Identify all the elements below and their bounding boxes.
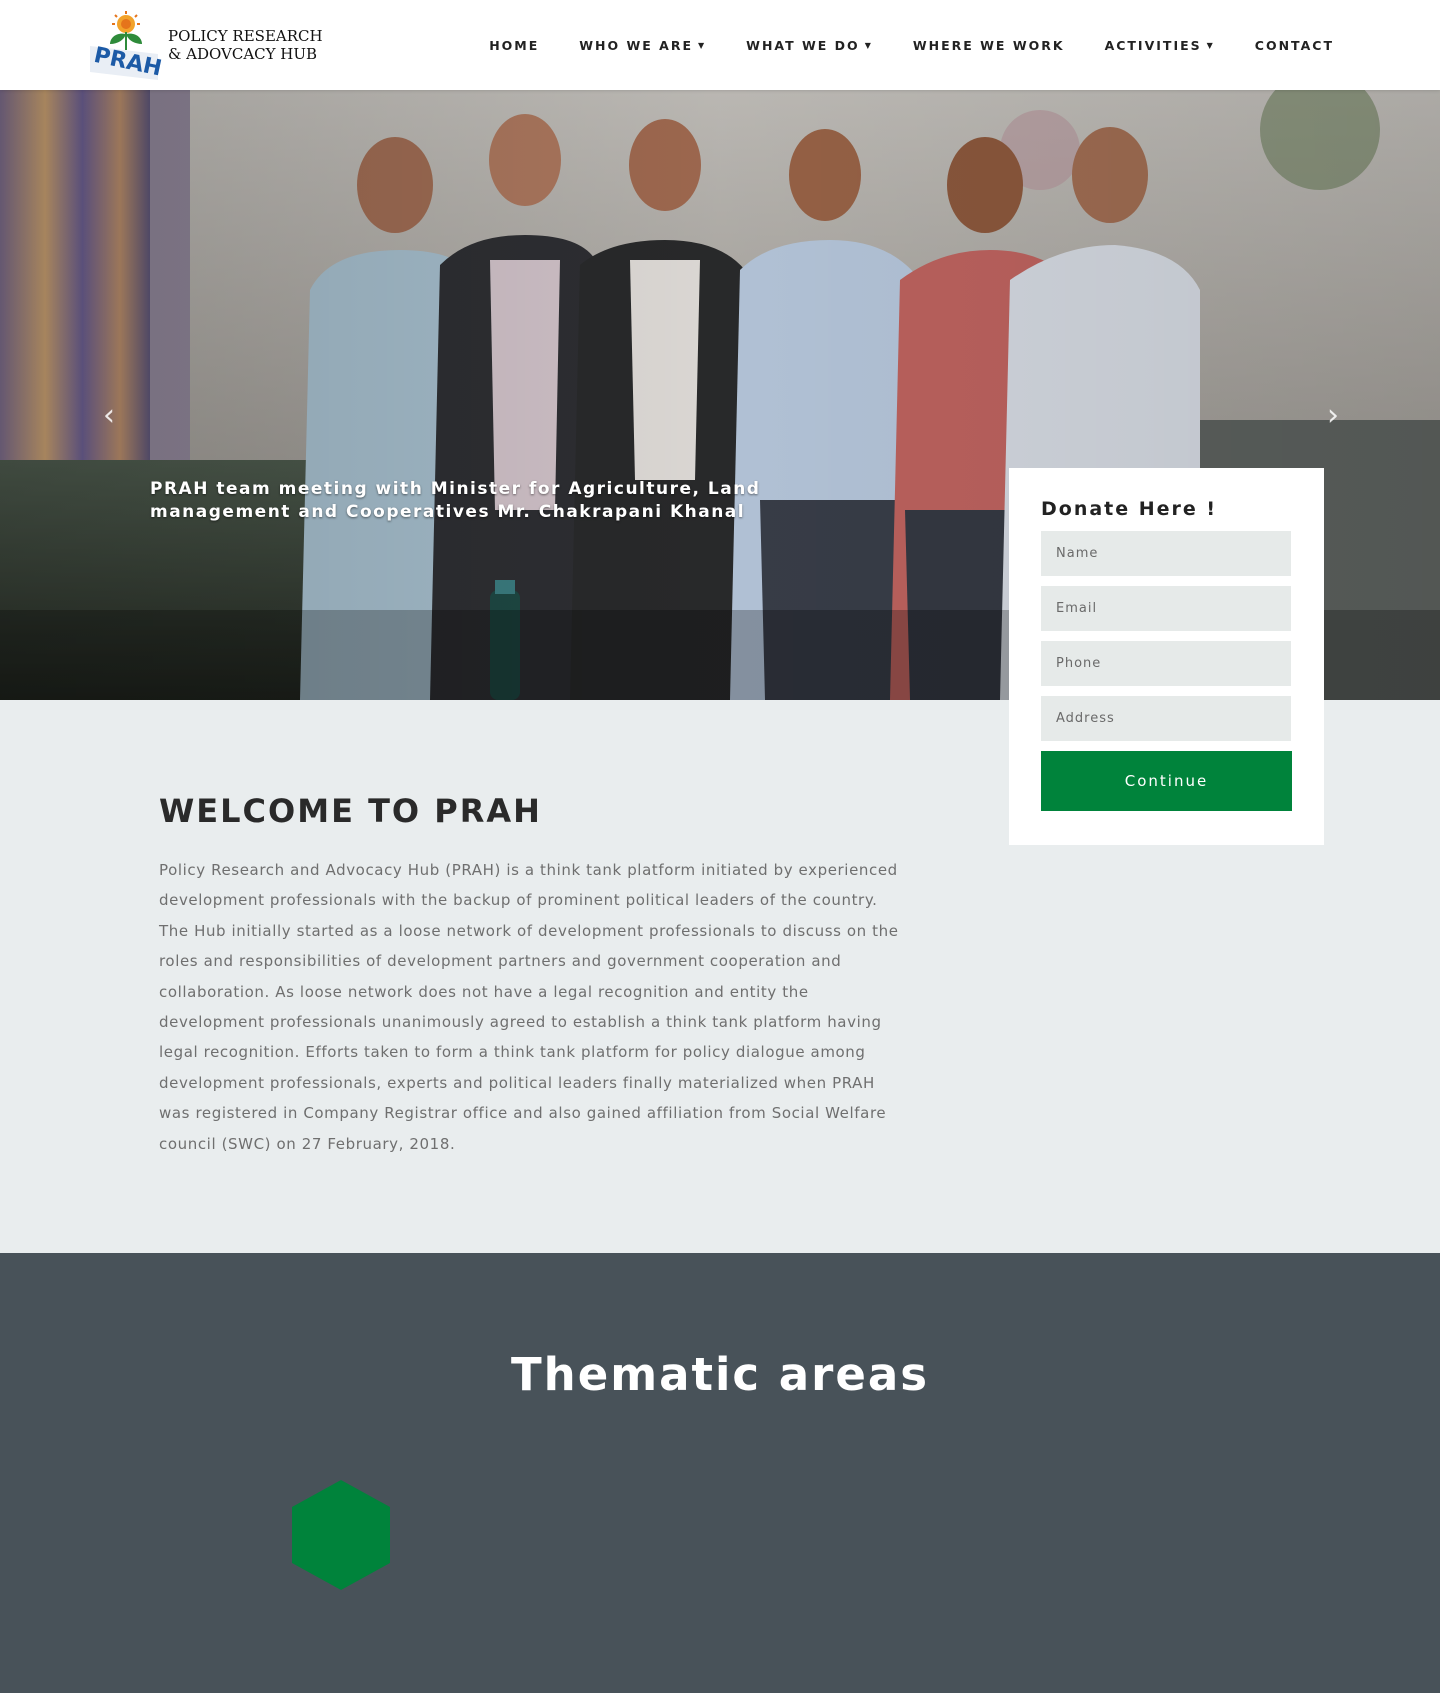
thematic-heading: Thematic areas — [510, 1348, 929, 1401]
donate-form: Donate Here ! Continue — [1009, 468, 1324, 845]
chevron-down-icon: ▼ — [1206, 40, 1215, 50]
logo-wordmark: PRAH — [92, 43, 162, 80]
donate-phone-field[interactable] — [1041, 641, 1291, 686]
nav-what-we-do[interactable]: WHAT WE DO ▼ — [746, 38, 873, 53]
nav-who-we-are[interactable]: WHO WE ARE ▼ — [579, 38, 706, 53]
brand-name: POLICY RESEARCH & ADOVCACY HUB — [168, 27, 323, 63]
nav-home-label: HOME — [489, 37, 540, 53]
slider-next-button[interactable]: › — [1318, 398, 1348, 433]
nav-what-we-do-label: WHAT WE DO — [746, 37, 860, 53]
slider-prev-button[interactable]: ‹ — [94, 398, 124, 433]
donate-email-field[interactable] — [1041, 586, 1291, 631]
nav-where-we-work-label: WHERE WE WORK — [912, 37, 1065, 53]
chevron-right-icon: › — [1327, 398, 1339, 433]
welcome-body: Policy Research and Advocacy Hub (PRAH) … — [159, 861, 899, 1153]
nav-contact[interactable]: CONTACT — [1255, 38, 1334, 53]
welcome-heading: WELCOME TO PRAH — [159, 792, 542, 830]
slide-caption: PRAH team meeting with Minister for Agri… — [150, 479, 761, 522]
nav-home[interactable]: HOME — [489, 38, 539, 53]
site-header: PRAH POLICY RESEARCH & ADOVCACY HUB HOME… — [0, 0, 1440, 90]
donate-address-field[interactable] — [1041, 696, 1291, 741]
nav-activities[interactable]: ACTIVITIES ▼ — [1105, 38, 1215, 53]
chevron-left-icon: ‹ — [103, 398, 115, 433]
nav-who-we-are-label: WHO WE ARE — [579, 37, 694, 53]
brand-name-line1: POLICY RESEARCH — [168, 27, 323, 45]
thematic-section: Thematic areas — [0, 1253, 1440, 1693]
brand-logo-link[interactable]: PRAH POLICY RESEARCH & ADOVCACY HUB — [86, 10, 323, 82]
nav-where-we-work[interactable]: WHERE WE WORK — [913, 38, 1065, 53]
nav-activities-label: ACTIVITIES — [1104, 37, 1202, 53]
chevron-down-icon: ▼ — [864, 40, 873, 50]
hexagon-icon — [292, 1480, 390, 1590]
donate-title: Donate Here ! — [1041, 498, 1218, 520]
nav-contact-label: CONTACT — [1254, 37, 1334, 53]
brand-name-line2: & ADOVCACY HUB — [168, 45, 318, 63]
main-navigation: HOME WHO WE ARE ▼ WHAT WE DO ▼ WHERE WE … — [449, 0, 1334, 90]
prah-logo: PRAH — [86, 10, 164, 82]
donate-continue-button[interactable]: Continue — [1041, 751, 1292, 811]
donate-name-field[interactable] — [1041, 531, 1291, 576]
chevron-down-icon: ▼ — [698, 40, 707, 50]
